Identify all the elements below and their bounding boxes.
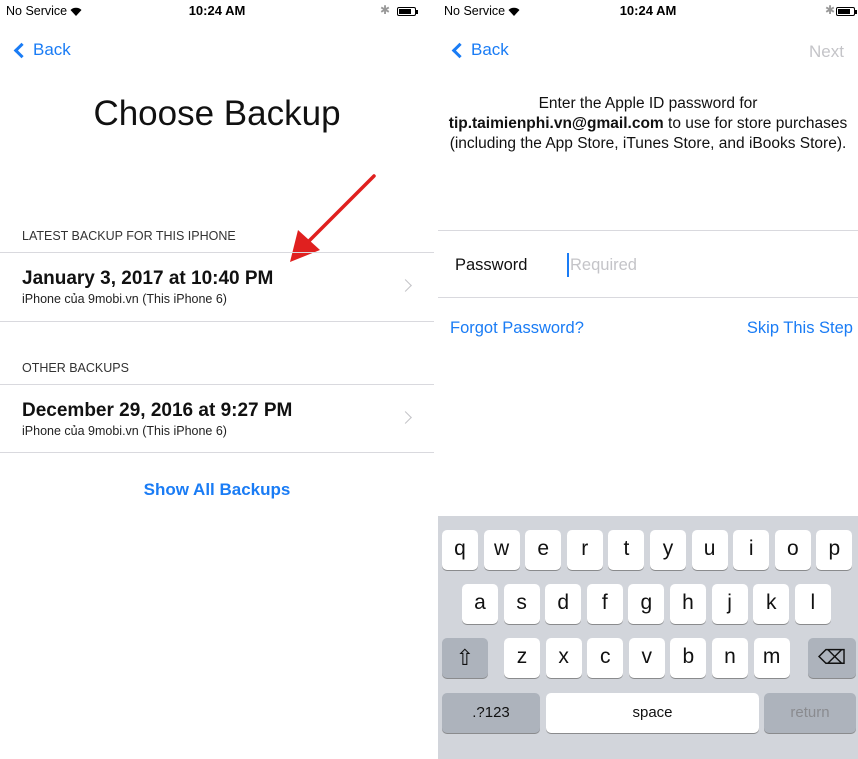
on-screen-keyboard: qwertyuiop asdfghjkl zxcvbnm ⇧ ⌫ .?123 s… bbox=[438, 516, 858, 759]
bluetooth-icon: ✱ bbox=[825, 3, 836, 17]
key-b[interactable]: b bbox=[670, 638, 707, 678]
status-bar: No Service 10:24 AM ✱ bbox=[438, 0, 858, 22]
return-key[interactable]: return bbox=[764, 693, 856, 733]
clock: 10:24 AM bbox=[188, 3, 246, 18]
key-q[interactable]: q bbox=[442, 530, 478, 570]
nav-bar: Back bbox=[0, 38, 434, 66]
apple-id-email: tip.taimienphi.vn@gmail.com bbox=[448, 115, 664, 132]
key-w[interactable]: w bbox=[483, 530, 520, 570]
backup-date: December 29, 2016 at 9:27 PM bbox=[22, 400, 293, 421]
status-bar: No Service 10:24 AM ✱ bbox=[0, 0, 434, 22]
key-c[interactable]: c bbox=[587, 638, 624, 678]
backup-device: iPhone của 9mobi.vn (This iPhone 6) bbox=[22, 424, 227, 438]
intro-prefix: Enter the Apple ID password for bbox=[538, 95, 758, 112]
next-button[interactable]: Next bbox=[809, 42, 844, 62]
key-m[interactable]: m bbox=[753, 638, 790, 678]
bluetooth-icon: ✱ bbox=[380, 3, 391, 17]
latest-backup-header: LATEST BACKUP FOR THIS IPHONE bbox=[22, 229, 236, 243]
key-d[interactable]: d bbox=[545, 584, 582, 624]
key-i[interactable]: i bbox=[733, 530, 770, 570]
instruction-text: Enter the Apple ID password for tip.taim… bbox=[446, 94, 850, 154]
key-t[interactable]: t bbox=[608, 530, 645, 570]
key-o[interactable]: o bbox=[774, 530, 811, 570]
key-s[interactable]: s bbox=[503, 584, 540, 624]
divider bbox=[0, 321, 434, 322]
back-label: Back bbox=[33, 40, 71, 59]
shift-key[interactable]: ⇧ bbox=[442, 638, 488, 678]
space-key[interactable]: space bbox=[546, 693, 759, 733]
divider bbox=[0, 452, 434, 453]
key-z[interactable]: z bbox=[504, 638, 540, 678]
other-backup-row[interactable]: December 29, 2016 at 9:27 PM iPhone của … bbox=[0, 385, 434, 452]
battery-icon bbox=[397, 7, 418, 16]
skip-this-step-link[interactable]: Skip This Step bbox=[747, 319, 853, 338]
delete-key[interactable]: ⌫ bbox=[808, 638, 856, 678]
password-row: Password bbox=[438, 231, 858, 297]
key-f[interactable]: f bbox=[586, 584, 623, 624]
chevron-right-icon bbox=[399, 279, 412, 292]
key-n[interactable]: n bbox=[712, 638, 748, 678]
forgot-password-link[interactable]: Forgot Password? bbox=[450, 319, 584, 338]
key-k[interactable]: k bbox=[753, 584, 790, 624]
other-backups-header: OTHER BACKUPS bbox=[22, 361, 129, 375]
key-x[interactable]: x bbox=[545, 638, 582, 678]
password-label: Password bbox=[455, 256, 528, 274]
back-button[interactable]: Back bbox=[12, 40, 71, 60]
nav-bar: Back Next bbox=[438, 38, 858, 66]
key-e[interactable]: e bbox=[525, 530, 562, 570]
key-h[interactable]: h bbox=[670, 584, 706, 624]
key-v[interactable]: v bbox=[628, 638, 665, 678]
key-p[interactable]: p bbox=[816, 530, 853, 570]
chevron-left-icon bbox=[13, 42, 30, 58]
numbers-key[interactable]: .?123 bbox=[442, 693, 540, 733]
clock: 10:24 AM bbox=[619, 3, 677, 18]
backup-date: January 3, 2017 at 10:40 PM bbox=[22, 268, 274, 289]
backup-device: iPhone của 9mobi.vn (This iPhone 6) bbox=[22, 292, 227, 306]
text-cursor bbox=[567, 253, 569, 277]
chevron-right-icon bbox=[399, 411, 412, 424]
choose-backup-screen: No Service 10:24 AM ✱ Back Choose Backup… bbox=[0, 0, 434, 759]
back-button[interactable]: Back bbox=[450, 40, 509, 60]
key-l[interactable]: l bbox=[794, 584, 831, 624]
battery-icon bbox=[836, 7, 857, 16]
password-field[interactable] bbox=[566, 252, 836, 278]
page-title: Choose Backup bbox=[93, 94, 341, 133]
key-r[interactable]: r bbox=[566, 530, 603, 570]
latest-backup-row[interactable]: January 3, 2017 at 10:40 PM iPhone của 9… bbox=[0, 253, 434, 321]
key-g[interactable]: g bbox=[628, 584, 665, 624]
apple-id-password-screen: No Service 10:24 AM ✱ Back Next Enter th… bbox=[438, 0, 858, 759]
key-y[interactable]: y bbox=[650, 530, 686, 570]
key-u[interactable]: u bbox=[691, 530, 728, 570]
back-label: Back bbox=[471, 40, 509, 59]
show-all-backups-link[interactable]: Show All Backups bbox=[0, 480, 434, 500]
key-j[interactable]: j bbox=[711, 584, 748, 624]
key-a[interactable]: a bbox=[462, 584, 498, 624]
chevron-left-icon bbox=[451, 42, 468, 58]
divider bbox=[438, 297, 858, 298]
